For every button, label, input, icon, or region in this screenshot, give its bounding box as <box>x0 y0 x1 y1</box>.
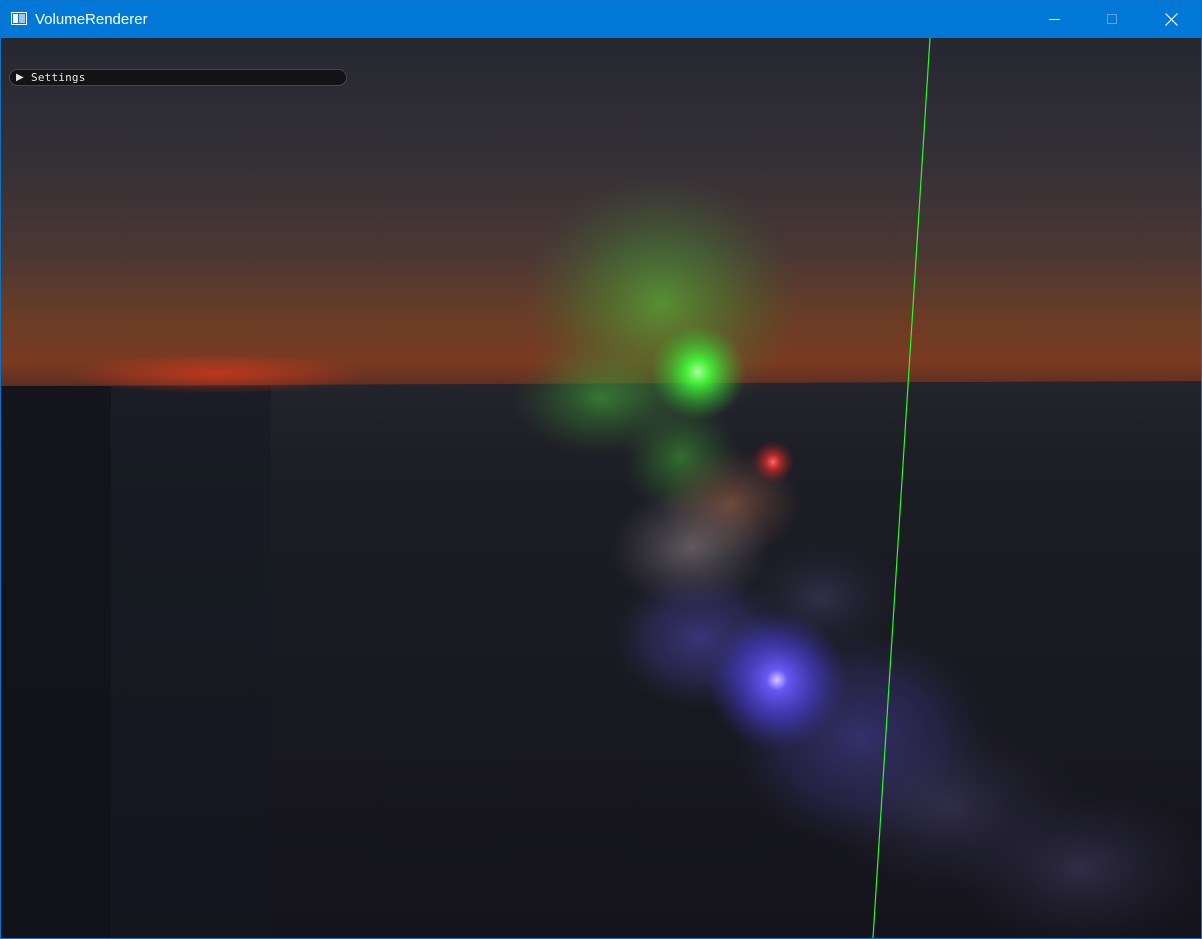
maximize-button[interactable] <box>1084 1 1142 38</box>
render-viewport[interactable]: ▶ Settings <box>1 38 1201 938</box>
ground-shadow-mid <box>111 386 271 938</box>
minimize-button[interactable] <box>1025 1 1083 38</box>
settings-label: Settings <box>31 71 86 84</box>
volume-render-canvas[interactable] <box>1 38 1201 938</box>
app-window-icon <box>11 12 27 25</box>
horizon-glow <box>66 354 366 394</box>
title-bar[interactable]: VolumeRenderer <box>1 1 1201 38</box>
window-title: VolumeRenderer <box>35 11 148 28</box>
minimize-icon <box>1049 19 1060 20</box>
app-window: VolumeRenderer ▶ Settings <box>0 0 1202 939</box>
close-icon <box>1165 13 1178 26</box>
maximize-icon <box>1107 14 1117 24</box>
red-light <box>751 440 795 484</box>
close-button[interactable] <box>1142 1 1200 38</box>
triangle-right-icon: ▶ <box>16 72 24 83</box>
settings-collapsing-header[interactable]: ▶ Settings <box>9 69 347 86</box>
blue-light <box>707 610 847 750</box>
ground-shadow-left <box>1 386 111 938</box>
green-light <box>650 324 746 420</box>
